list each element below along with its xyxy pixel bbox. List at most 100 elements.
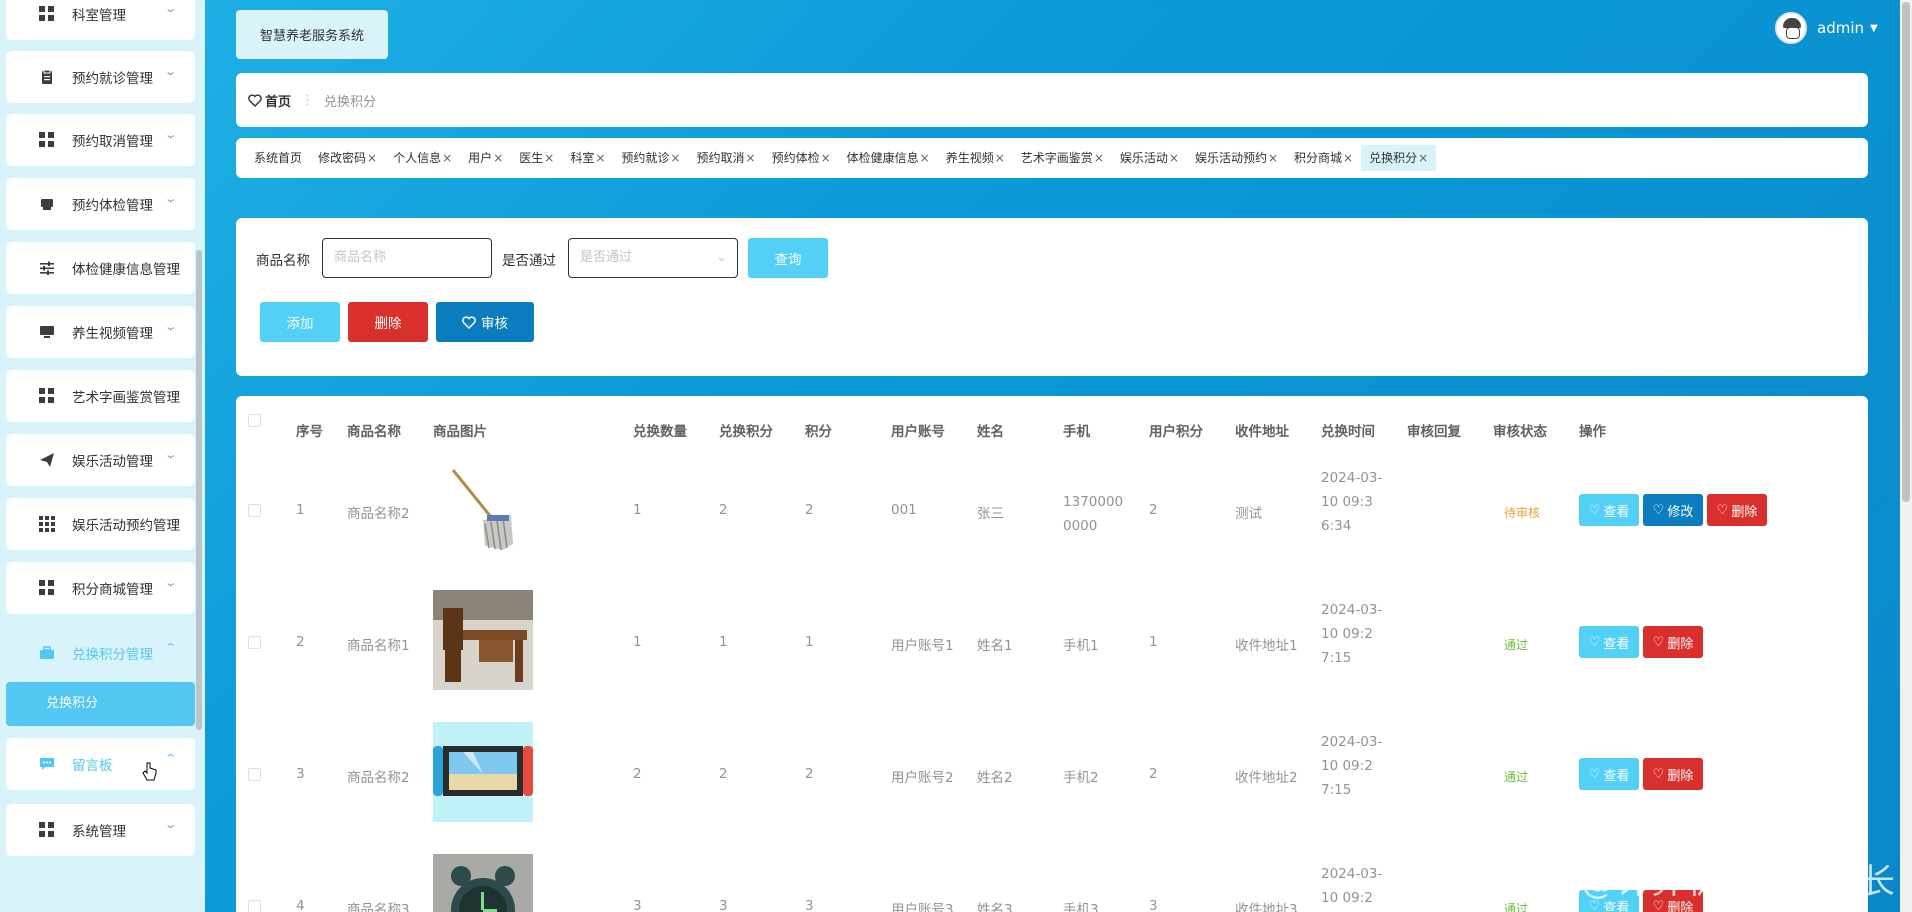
- column-header: 手机: [1063, 424, 1090, 440]
- pass-select[interactable]: 是否通过 ⌄: [568, 238, 738, 278]
- tab-art[interactable]: 艺术字画鉴赏×: [1013, 145, 1112, 171]
- chevron-down-icon: ⌄: [716, 250, 727, 265]
- sidebar-item-appointment[interactable]: 预约就诊管理 ⌄: [6, 51, 195, 103]
- row-checkbox[interactable]: [248, 504, 261, 517]
- close-icon[interactable]: ×: [367, 151, 377, 165]
- tab-points-mall[interactable]: 积分商城×: [1286, 145, 1361, 171]
- sliders-icon: [39, 260, 55, 276]
- sidebar-item-activity[interactable]: 娱乐活动管理 ⌄: [6, 434, 195, 486]
- view-button[interactable]: ♡ 查看: [1579, 494, 1639, 526]
- view-button[interactable]: ♡ 查看: [1579, 626, 1639, 658]
- product-image-console: [433, 722, 533, 822]
- breadcrumb-home[interactable]: 首页: [248, 91, 291, 110]
- tab-activity-booking[interactable]: 娱乐活动预约×: [1187, 145, 1286, 171]
- clipboard-icon: [39, 69, 55, 85]
- sidebar-item-points-mall[interactable]: 积分商城管理 ⌄: [6, 562, 195, 614]
- batch-delete-button[interactable]: 删除: [348, 302, 428, 342]
- close-icon[interactable]: ×: [493, 151, 503, 165]
- tab-doctor[interactable]: 医生×: [511, 145, 562, 171]
- username[interactable]: admin: [1817, 19, 1864, 37]
- tab-checkup[interactable]: 预约体检×: [764, 145, 839, 171]
- tab-profile[interactable]: 个人信息×: [385, 145, 460, 171]
- tab-health-info[interactable]: 体检健康信息×: [839, 145, 938, 171]
- app-brand: 智慧养老服务系统: [236, 10, 388, 59]
- column-header: 用户账号: [891, 424, 945, 440]
- sidebar-item-health-video[interactable]: 养生视频管理 ⌄: [6, 306, 195, 358]
- close-icon[interactable]: ×: [920, 151, 930, 165]
- close-icon[interactable]: ×: [1094, 151, 1104, 165]
- column-header: 用户积分: [1149, 424, 1203, 440]
- sidebar-item-checkup[interactable]: 预约体检管理 ⌄: [6, 178, 195, 230]
- view-button[interactable]: ♡ 查看: [1579, 758, 1639, 790]
- close-icon[interactable]: ×: [544, 151, 554, 165]
- query-button[interactable]: 查询: [748, 238, 828, 278]
- close-icon[interactable]: ×: [821, 151, 831, 165]
- sidebar-subitem-exchange-points[interactable]: 兑换积分: [6, 682, 195, 726]
- chat-icon: [39, 756, 55, 772]
- tab-health-video[interactable]: 养生视频×: [938, 145, 1013, 171]
- tab-change-password[interactable]: 修改密码×: [310, 145, 385, 171]
- row-checkbox[interactable]: [248, 900, 261, 912]
- grid-icon: [39, 822, 55, 838]
- close-icon[interactable]: ×: [442, 151, 452, 165]
- avatar[interactable]: [1775, 12, 1807, 44]
- close-icon[interactable]: ×: [995, 151, 1005, 165]
- add-button[interactable]: 添加: [260, 302, 340, 342]
- sidebar-scrollbar[interactable]: [196, 250, 202, 730]
- chevron-down-icon: ⌄: [163, 448, 177, 461]
- sidebar-item-exchange[interactable]: 兑换积分管理 ⌃: [6, 627, 195, 679]
- column-header: 兑换积分: [719, 424, 773, 440]
- tab-appointment[interactable]: 预约就诊×: [613, 145, 688, 171]
- tab-bar: 系统首页 修改密码× 个人信息× 用户× 医生× 科室× 预约就诊× 预约取消×…: [236, 138, 1868, 178]
- name-search-input[interactable]: 商品名称: [322, 238, 492, 278]
- chevron-up-icon: ⌃: [163, 752, 177, 765]
- column-header: 姓名: [977, 424, 1004, 440]
- tab-cancel[interactable]: 预约取消×: [688, 145, 763, 171]
- edit-button[interactable]: ♡ 修改: [1643, 494, 1703, 526]
- sidebar-item-cancel[interactable]: 预约取消管理 ⌄: [6, 114, 195, 166]
- briefcase-icon: [39, 645, 55, 661]
- audit-button[interactable]: 审核: [436, 302, 534, 342]
- sidebar-item-activity-booking[interactable]: 娱乐活动预约管理: [6, 498, 195, 550]
- sidebar-item-health-info[interactable]: 体检健康信息管理: [6, 242, 195, 294]
- delete-button[interactable]: ♡ 删除: [1643, 758, 1703, 790]
- sidebar-item-art[interactable]: 艺术字画鉴赏管理: [6, 370, 195, 422]
- tab-user[interactable]: 用户×: [460, 145, 511, 171]
- send-icon: [39, 452, 55, 468]
- close-icon[interactable]: ×: [746, 151, 756, 165]
- close-icon[interactable]: ×: [595, 151, 605, 165]
- close-icon[interactable]: ×: [1418, 151, 1428, 165]
- heart-icon: [462, 315, 476, 329]
- tab-department[interactable]: 科室×: [562, 145, 613, 171]
- column-header: 商品名称: [347, 424, 401, 440]
- caret-down-icon[interactable]: ▼: [1870, 23, 1878, 34]
- column-header: 积分: [805, 424, 832, 440]
- sidebar-item-message-board[interactable]: 留言板 ⌃: [6, 738, 195, 790]
- tab-home[interactable]: 系统首页: [246, 145, 310, 171]
- page-scrollbar[interactable]: [1900, 0, 1912, 912]
- chevron-down-icon: ⌄: [163, 320, 177, 333]
- breadcrumb-separator: ⋮: [301, 92, 315, 108]
- sidebar-item-system[interactable]: 系统管理 ⌄: [6, 804, 195, 856]
- tab-activity[interactable]: 娱乐活动×: [1112, 145, 1187, 171]
- product-image-clock: [433, 854, 533, 912]
- column-header: 审核状态: [1493, 424, 1547, 440]
- close-icon[interactable]: ×: [1343, 151, 1353, 165]
- grid-icon: [39, 580, 55, 596]
- select-all-checkbox[interactable]: [248, 414, 261, 427]
- delete-button[interactable]: ♡ 删除: [1643, 626, 1703, 658]
- close-icon[interactable]: ×: [1169, 151, 1179, 165]
- chevron-down-icon: ⌄: [163, 128, 177, 141]
- grid-icon: [39, 6, 55, 22]
- tab-exchange-points[interactable]: 兑换积分×: [1361, 145, 1437, 171]
- breadcrumb: 首页 ⋮ 兑换积分: [236, 73, 1868, 127]
- sidebar-item-department[interactable]: 科室管理 ⌄: [6, 0, 195, 40]
- grid-icon: [39, 132, 55, 148]
- status-badge: 通过: [1504, 638, 1529, 652]
- close-icon[interactable]: ×: [670, 151, 680, 165]
- delete-button[interactable]: ♡ 删除: [1707, 494, 1767, 526]
- row-checkbox[interactable]: [248, 636, 261, 649]
- user-menu[interactable]: admin ▼: [1775, 12, 1878, 44]
- close-icon[interactable]: ×: [1268, 151, 1278, 165]
- row-checkbox[interactable]: [248, 768, 261, 781]
